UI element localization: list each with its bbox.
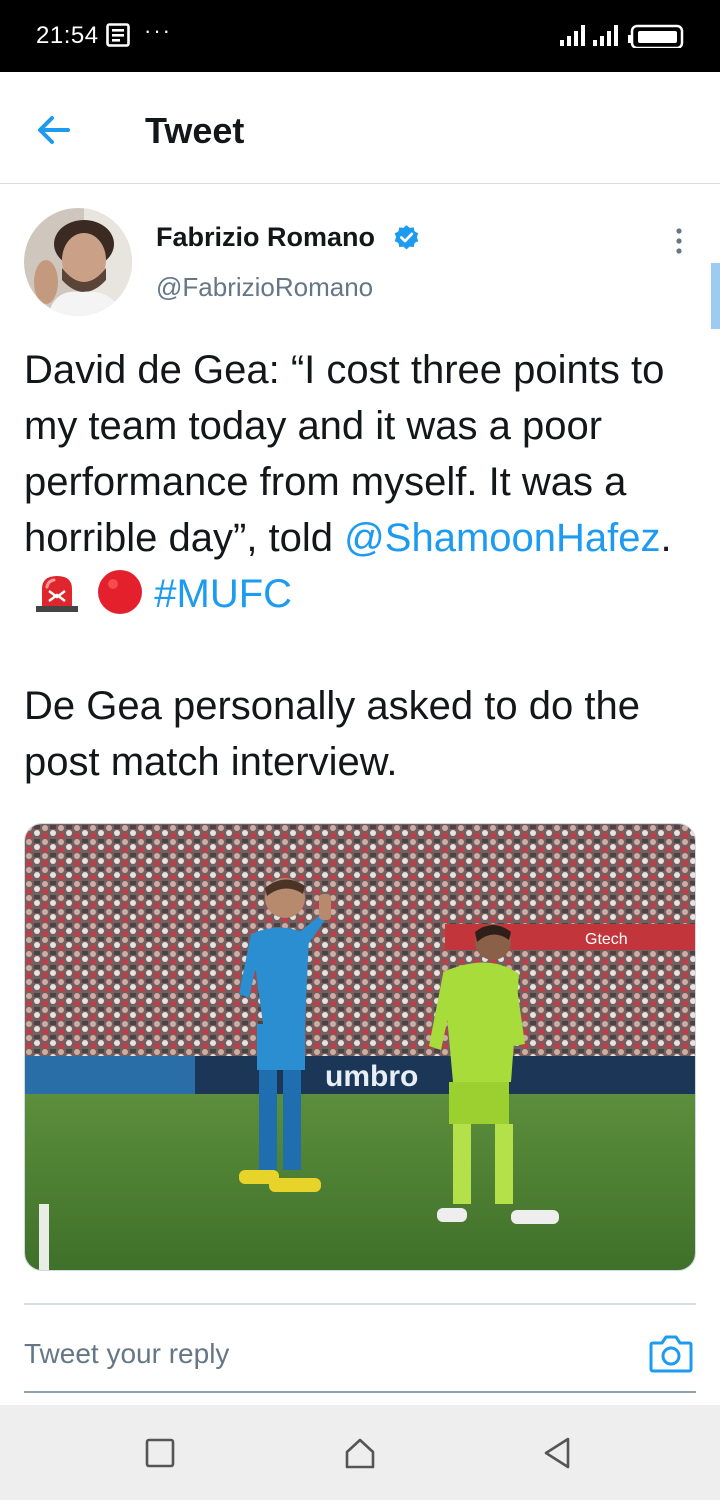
signal-battery-icons xyxy=(560,24,684,48)
mention-punctuation: . xyxy=(660,516,672,560)
banner-text: umbro xyxy=(325,1060,418,1093)
tweet-paragraph-1: David de Gea: “I cost three points to my… xyxy=(24,342,704,622)
more-options-icon[interactable] xyxy=(666,226,692,256)
signal-icon xyxy=(593,25,618,46)
author-name[interactable]: Fabrizio Romano xyxy=(156,222,375,253)
signal-icon xyxy=(560,25,585,46)
avatar[interactable] xyxy=(24,208,132,316)
author-handle[interactable]: @FabrizioRomano xyxy=(156,272,373,303)
tweet-photo[interactable]: Gtech umbro xyxy=(24,823,696,1271)
battery-icon xyxy=(628,24,684,48)
app-header: Tweet xyxy=(0,72,720,184)
system-nav-bar xyxy=(0,1405,720,1500)
siren-emoji xyxy=(36,576,78,612)
status-bar: 21:54 ··· xyxy=(0,0,720,72)
tweet-text: David de Gea: “I cost three points to my… xyxy=(24,342,704,790)
page-title: Tweet xyxy=(145,110,245,151)
hashtag-link[interactable]: #MUFC xyxy=(154,572,292,616)
notification-icon xyxy=(106,23,130,47)
arrow-left-icon[interactable] xyxy=(30,108,82,152)
home-icon[interactable] xyxy=(342,1435,378,1471)
red-circle-emoji xyxy=(98,570,143,614)
divider xyxy=(24,1391,696,1393)
reply-input[interactable]: Tweet your reply xyxy=(24,1338,229,1370)
status-time: 21:54 xyxy=(36,22,99,49)
scroll-indicator xyxy=(711,263,720,329)
verified-badge-icon xyxy=(394,225,419,250)
tweet-paragraph-2: De Gea personally asked to do the post m… xyxy=(24,684,640,784)
status-overflow: ··· xyxy=(144,18,172,43)
camera-icon[interactable] xyxy=(649,1333,693,1373)
mention-link[interactable]: @ShamoonHafez xyxy=(344,516,660,560)
back-icon[interactable] xyxy=(540,1435,576,1471)
divider xyxy=(24,1303,696,1305)
recents-icon[interactable] xyxy=(142,1435,178,1471)
ad-text: Gtech xyxy=(585,931,628,948)
